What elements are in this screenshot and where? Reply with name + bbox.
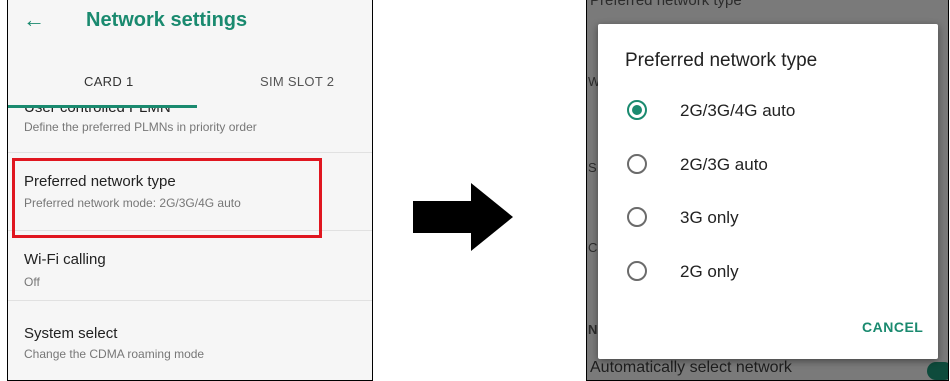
radio-checked-icon[interactable] [627, 100, 647, 120]
option-label: 3G only [680, 208, 739, 227]
network-type-dialog: Preferred network type 2G/3G/4G auto 2G/… [598, 24, 938, 359]
background-list-item: Automatically select network [590, 359, 792, 376]
back-arrow-icon[interactable]: ← [23, 9, 45, 31]
cancel-button[interactable]: CANCEL [862, 319, 923, 335]
radio-unchecked-icon[interactable] [627, 261, 647, 281]
background-text-fragment: C [588, 240, 598, 255]
list-item-title: System select [24, 325, 118, 342]
background-text-fragment: S [588, 160, 597, 175]
option-label: 2G/3G auto [680, 155, 768, 174]
list-item-title: User controlled PLMN [24, 108, 171, 116]
background-list-item: Preferred network type [590, 0, 742, 9]
list-item-wifi-calling[interactable]: Wi-Fi calling Off [8, 231, 372, 301]
network-settings-screen: ← Network settings CARD 1 SIM SLOT 2 Use… [7, 0, 373, 381]
list-item-subtitle: Define the preferred PLMNs in priority o… [24, 120, 257, 134]
list-item-subtitle: Off [24, 275, 40, 289]
preferred-network-dialog-screen: Preferred network type W S C N Automatic… [586, 0, 949, 381]
option-label: 2G/3G/4G auto [680, 101, 796, 120]
background-text-fragment: N [588, 322, 598, 337]
radio-unchecked-icon[interactable] [627, 154, 647, 174]
option-2g-3g-4g-auto[interactable]: 2G/3G/4G auto [598, 84, 938, 136]
list-item-subtitle: Change the CDMA roaming mode [24, 347, 205, 361]
option-label: 2G only [680, 262, 739, 281]
option-2g-only[interactable]: 2G only [598, 245, 938, 297]
tab-sim-slot-2[interactable]: SIM SLOT 2 [260, 74, 334, 89]
sim-tabs: CARD 1 SIM SLOT 2 [8, 46, 372, 108]
list-item-system-select[interactable]: System select Change the CDMA roaming mo… [8, 301, 372, 380]
list-item-title: Wi-Fi calling [24, 251, 106, 268]
page-title: Network settings [86, 9, 248, 31]
radio-unchecked-icon[interactable] [627, 207, 647, 227]
list-item-preferred-plmns[interactable]: User controlled PLMN Define the preferre… [8, 108, 372, 153]
app-bar: ← Network settings [8, 0, 372, 46]
background-toggle [927, 362, 948, 380]
option-2g-3g-auto[interactable]: 2G/3G auto [598, 138, 938, 190]
highlight-box [12, 158, 322, 238]
dialog-title: Preferred network type [625, 50, 818, 71]
right-arrow-icon [413, 183, 513, 251]
option-3g-only[interactable]: 3G only [598, 191, 938, 243]
tab-card-1[interactable]: CARD 1 [84, 74, 133, 89]
